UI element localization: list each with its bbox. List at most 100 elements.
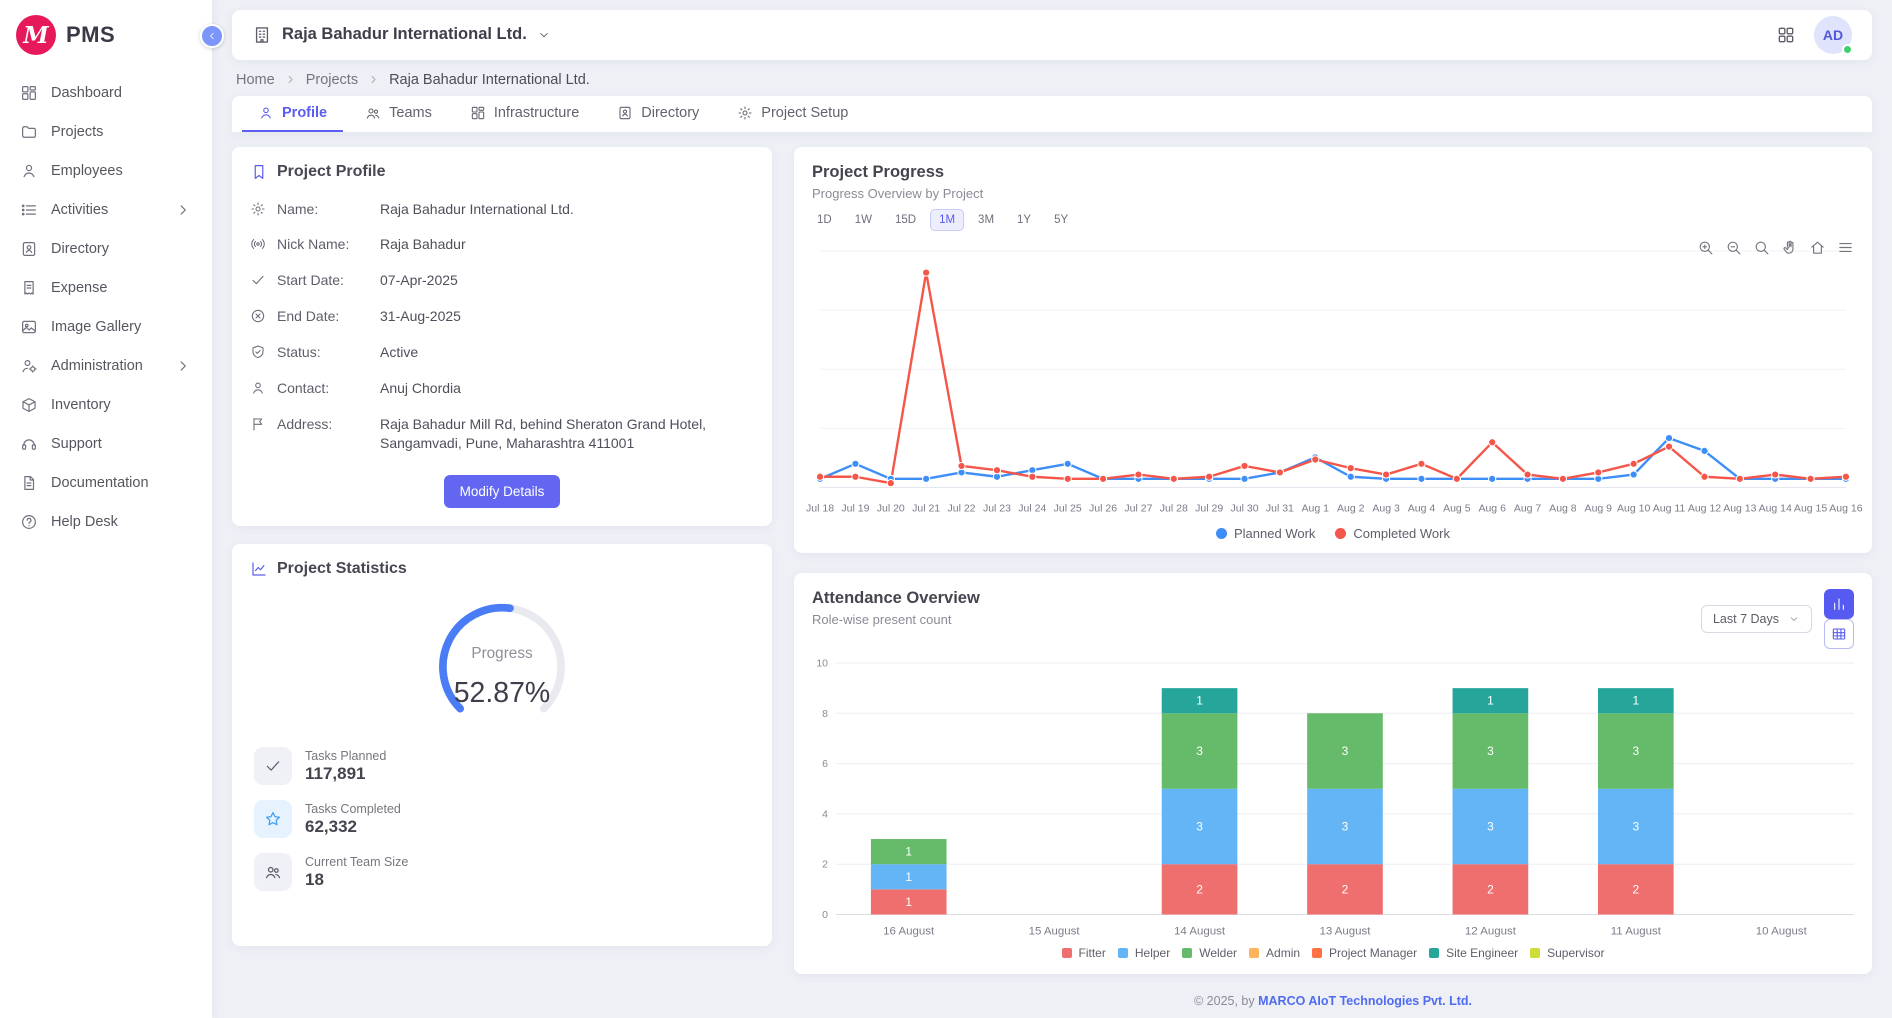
svg-text:12 August: 12 August [1465,925,1517,937]
svg-text:3: 3 [1633,744,1640,758]
sidebar-item-projects[interactable]: Projects [0,112,212,151]
legend-label: Planned Work [1234,526,1315,541]
legend-fitter[interactable]: Fitter [1062,946,1106,960]
progress-gauge-svg: Progress 52.87% [398,588,606,741]
svg-text:3: 3 [1342,819,1349,833]
sidebar-item-employees[interactable]: Employees [0,151,212,190]
apps-grid-button[interactable] [1776,25,1796,45]
statistics-card-title: Project Statistics [277,560,407,578]
sidebar-item-support[interactable]: Support [0,424,212,463]
legend-site-engineer[interactable]: Site Engineer [1429,946,1518,960]
svg-text:Aug 1: Aug 1 [1302,503,1330,515]
range-button-5y[interactable]: 5Y [1045,209,1077,231]
sidebar-nav: Dashboard Projects Employees Activities … [0,71,212,543]
legend-admin[interactable]: Admin [1249,946,1300,960]
breadcrumb-item-projects[interactable]: Projects [306,72,358,88]
sidebar-item-expense[interactable]: Expense [0,268,212,307]
range-button-1d[interactable]: 1D [808,209,841,231]
project-profile-card: Project Profile Name: Raja Bahadur Inter… [232,147,772,526]
range-button-15d[interactable]: 15D [886,209,925,231]
zoom-out-icon[interactable] [1725,239,1742,256]
svg-text:52.87%: 52.87% [454,677,551,709]
brand-name: PMS [66,22,115,48]
chevron-right-icon [174,357,192,375]
sidebar-item-help-desk[interactable]: Help Desk [0,502,212,541]
svg-text:10: 10 [816,658,828,669]
star-icon [264,810,282,828]
legend-swatch [1062,948,1072,958]
progress-line-chart[interactable]: Jul 18Jul 19Jul 20Jul 21Jul 22Jul 23Jul … [794,231,1872,522]
field-value: Raja Bahadur International Ltd. [380,200,574,219]
legend-dot [1216,528,1227,539]
svg-text:Jul 21: Jul 21 [912,503,940,515]
profile-fields: Name: Raja Bahadur International Ltd. Ni… [232,189,772,465]
svg-text:Jul 23: Jul 23 [983,503,1011,515]
legend-supervisor[interactable]: Supervisor [1530,946,1604,960]
menu-icon[interactable] [1837,239,1854,256]
range-select-value: Last 7 Days [1713,612,1779,626]
svg-text:Aug 15: Aug 15 [1794,503,1827,515]
tab-infrastructure[interactable]: Infrastructure [454,96,595,132]
attendance-card-title: Attendance Overview [794,573,998,610]
svg-text:3: 3 [1633,819,1640,833]
table-icon [1831,626,1847,642]
tab-project-setup[interactable]: Project Setup [721,96,864,132]
tab-label: Teams [389,105,432,121]
range-buttons: 1D1W15D1M3M1Y5Y [794,207,1872,231]
field-value: Anuj Chordia [380,379,461,398]
tab-teams[interactable]: Teams [349,96,448,132]
sidebar-item-label: Administration [51,358,143,374]
legend-swatch [1118,948,1128,958]
svg-text:Jul 27: Jul 27 [1124,503,1152,515]
legend-project-manager[interactable]: Project Manager [1312,946,1417,960]
sidebar-item-documentation[interactable]: Documentation [0,463,212,502]
modify-details-button[interactable]: Modify Details [444,475,561,508]
company-switcher[interactable]: Raja Bahadur International Ltd. [252,25,551,45]
zoom-in-icon[interactable] [1697,239,1714,256]
range-button-3m[interactable]: 3M [969,209,1003,231]
svg-text:4: 4 [822,809,828,820]
breadcrumb-item-home[interactable]: Home [236,72,275,88]
chevron-right-icon [174,201,192,219]
sidebar-item-image-gallery[interactable]: Image Gallery [0,307,212,346]
help-icon [20,513,38,531]
range-button-1w[interactable]: 1W [846,209,881,231]
svg-text:Jul 25: Jul 25 [1054,503,1082,515]
dashboard-icon [20,84,38,102]
sidebar-item-inventory[interactable]: Inventory [0,385,212,424]
attendance-bar-chart[interactable]: 024681011116 August15 August233114 Augus… [794,649,1872,942]
legend-swatch [1530,948,1540,958]
svg-text:1: 1 [1633,693,1640,707]
svg-text:Jul 30: Jul 30 [1231,503,1259,515]
legend-planned-work[interactable]: Planned Work [1216,526,1315,541]
progress-card-subtitle: Progress Overview by Project [794,184,1872,207]
home-icon[interactable] [1809,239,1826,256]
svg-text:0: 0 [822,910,828,921]
range-button-1m[interactable]: 1M [930,209,964,231]
legend-helper[interactable]: Helper [1118,946,1170,960]
footer-link[interactable]: MARCO AIoT Technologies Pvt. Ltd. [1258,994,1472,1008]
field-label: Nick Name: [277,235,369,254]
breadcrumb-item-raja-bahadur-international-ltd[interactable]: Raja Bahadur International Ltd. [389,72,590,88]
legend-welder[interactable]: Welder [1182,946,1237,960]
range-select[interactable]: Last 7 Days [1701,605,1812,633]
view-toggle-bar-chart-icon[interactable] [1824,589,1854,619]
sidebar-item-administration[interactable]: Administration [0,346,212,385]
zoom-select-icon[interactable] [1753,239,1770,256]
view-toggle-table-icon[interactable] [1824,619,1854,649]
check-icon [264,757,282,775]
sidebar-item-directory[interactable]: Directory [0,229,212,268]
tab-profile[interactable]: Profile [242,96,343,132]
sidebar-collapse-button[interactable] [200,24,224,48]
tab-directory[interactable]: Directory [601,96,715,132]
avatar[interactable]: AD [1814,16,1852,54]
sidebar-item-activities[interactable]: Activities [0,190,212,229]
chevron-down-icon [537,28,551,42]
svg-text:Aug 12: Aug 12 [1688,503,1721,515]
sidebar-item-dashboard[interactable]: Dashboard [0,73,212,112]
administration-icon [20,357,38,375]
chart-line-icon [250,560,268,578]
range-button-1y[interactable]: 1Y [1008,209,1040,231]
legend-completed-work[interactable]: Completed Work [1335,526,1450,541]
pan-icon[interactable] [1781,239,1798,256]
